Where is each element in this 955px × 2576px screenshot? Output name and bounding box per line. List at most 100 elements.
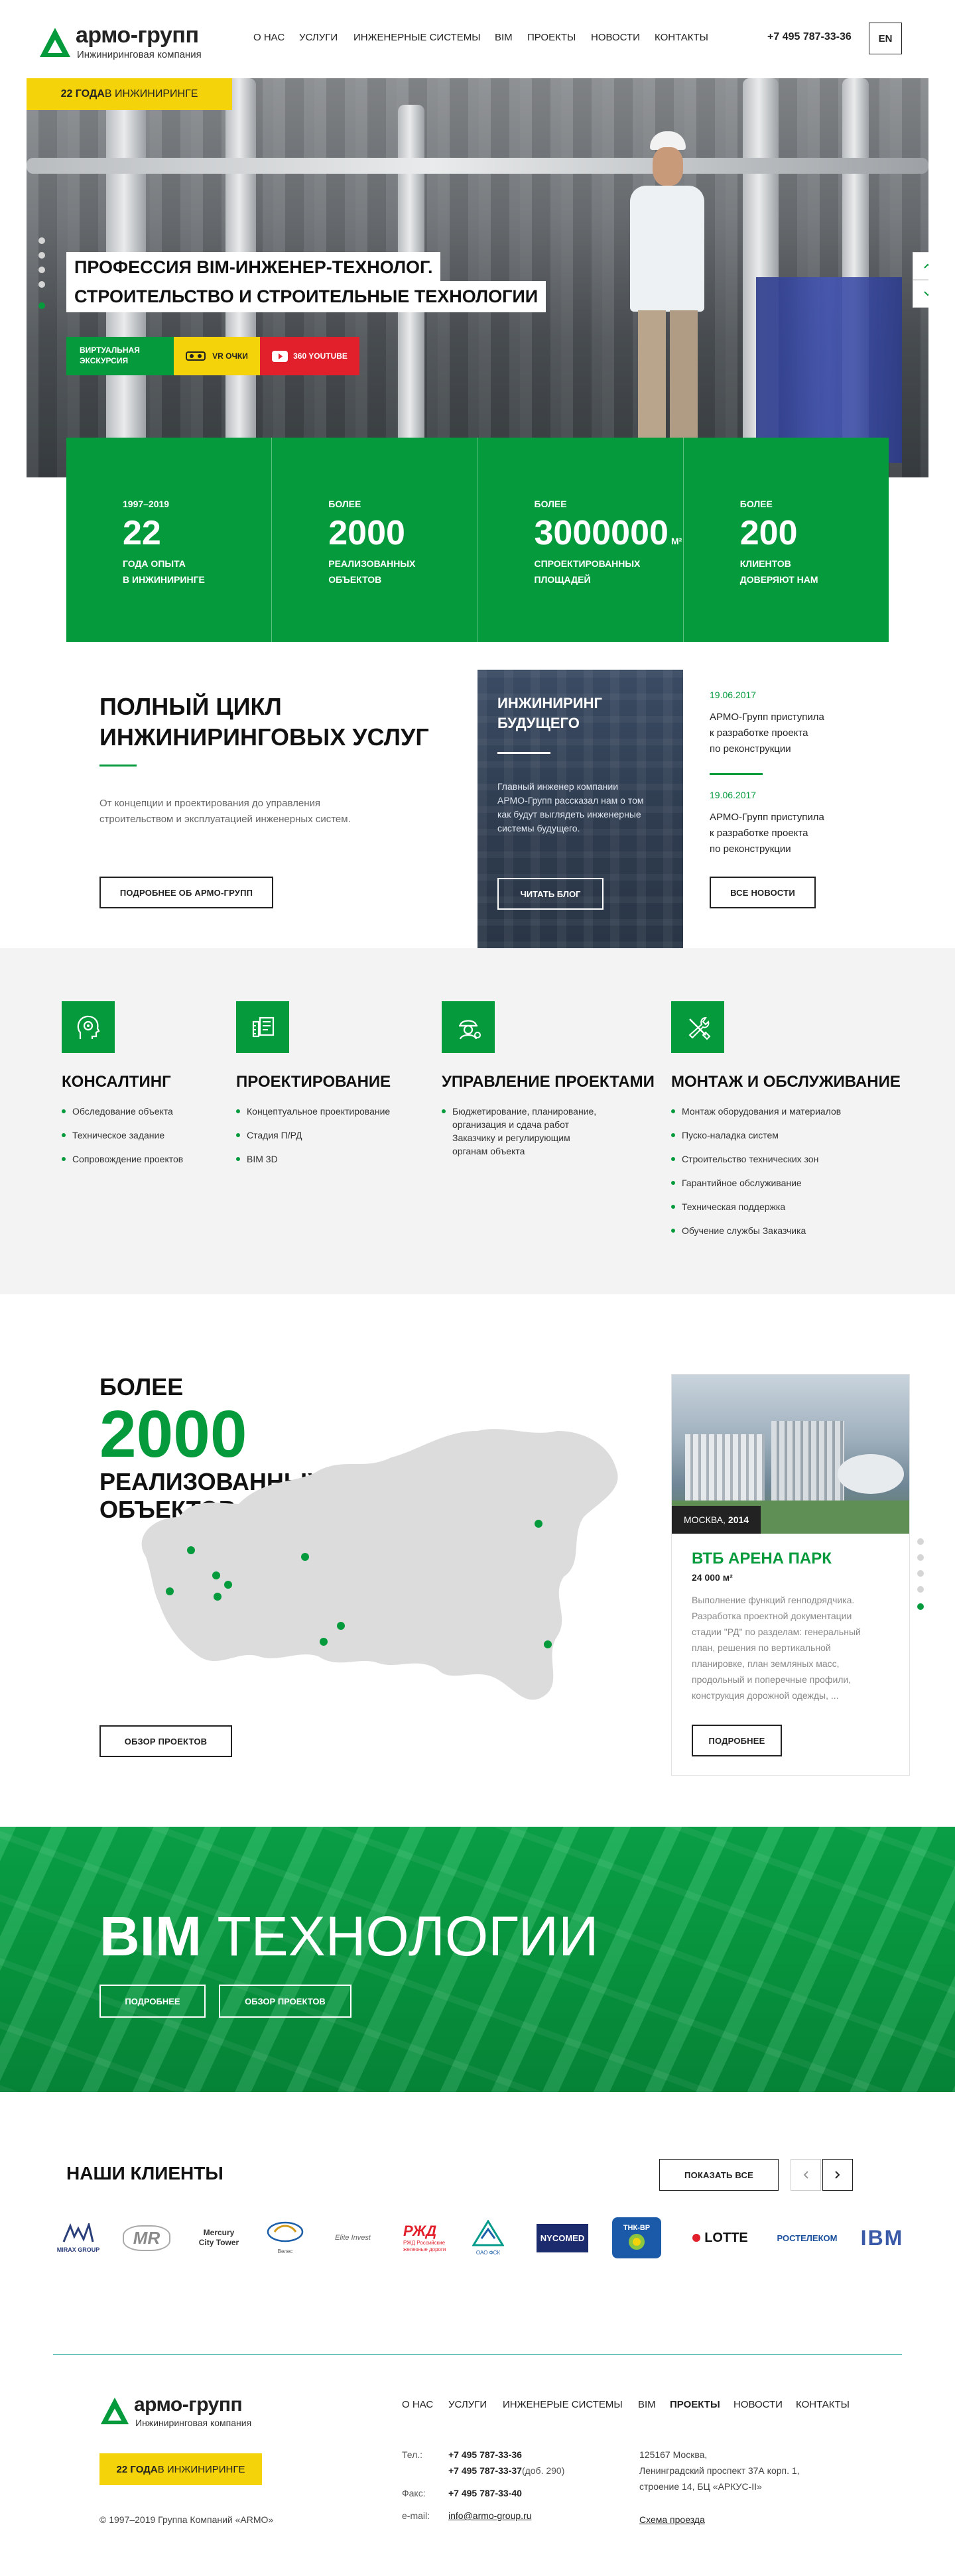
service-item[interactable]: Гарантийное обслуживание (671, 1176, 841, 1190)
youtube-360-button[interactable]: 360 YOUTUBE (260, 337, 359, 375)
footer-phone-2[interactable]: +7 495 787-33-37 (448, 2463, 522, 2479)
client-logo-nycomed[interactable]: NYCOMED (531, 2215, 594, 2261)
vr-glasses-button[interactable]: VR ОЧКИ (174, 337, 260, 375)
map-marker[interactable] (224, 1581, 232, 1589)
service-item[interactable]: Сопровождение проектов (62, 1152, 183, 1166)
service-title-management[interactable]: УПРАВЛЕНИЕ ПРОЕКТАМИ (442, 1073, 655, 1091)
slide-dot[interactable] (917, 1570, 924, 1577)
blog-card[interactable]: ИНЖИНИРИНГ БУДУЩЕГО Главный инженер компа… (478, 670, 683, 948)
map-marker[interactable] (320, 1638, 328, 1646)
nav-services[interactable]: УСЛУГИ (299, 32, 338, 43)
client-logo-veles[interactable]: Велес (260, 2215, 310, 2261)
slide-dot[interactable] (38, 267, 45, 273)
service-item[interactable]: Концептуальное проектирование (236, 1105, 390, 1118)
hero-bg-equipment (756, 277, 902, 463)
service-item[interactable]: Обучение службы Заказчика (671, 1224, 841, 1237)
service-item[interactable]: Техническое задание (62, 1129, 183, 1142)
clients-prev-button[interactable] (791, 2159, 821, 2191)
service-item[interactable]: Бюджетирование, планирование, организация… (442, 1105, 596, 1158)
client-logo-mirax[interactable]: MIRAX GROUP (53, 2215, 103, 2261)
hero-prev-button[interactable] (913, 252, 928, 280)
client-logo-ibm[interactable]: IBM (856, 2215, 909, 2261)
slide-dot-active[interactable] (38, 302, 45, 309)
footer-nav-bim[interactable]: BIM (638, 2399, 656, 2410)
bim-more-button[interactable]: ПОДРОБНЕЕ (99, 1985, 206, 2018)
tnk-bp-sun-icon (629, 2234, 645, 2250)
service-title-design[interactable]: ПРОЕКТИРОВАНИЕ (236, 1073, 391, 1091)
project-title[interactable]: ВТБ АРЕНА ПАРК (692, 1550, 832, 1568)
map-marker[interactable] (187, 1546, 195, 1554)
slide-dot[interactable] (38, 281, 45, 288)
client-logo-mr[interactable]: MR (117, 2215, 176, 2261)
service-item[interactable]: Строительство технических зон (671, 1152, 841, 1166)
client-logo-mercury[interactable]: Mercury City Tower (192, 2215, 245, 2261)
client-logo-rostelecom[interactable]: РОСТЕЛЕКОМ (771, 2215, 844, 2261)
bim-projects-button[interactable]: ОБЗОР ПРОЕКТОВ (219, 1985, 351, 2018)
virtual-tour-button[interactable]: ВИРТУАЛЬНАЯ ЭКСКУРСИЯ (66, 337, 174, 375)
stat-label: БОЛЕЕ (534, 499, 567, 509)
blog-divider (497, 752, 550, 754)
service-item[interactable]: Пуско-наладка систем (671, 1129, 841, 1142)
news-item[interactable]: 19.06.2017 АРМО-Групп приступила к разраб… (710, 790, 862, 857)
nav-news[interactable]: НОВОСТИ (591, 32, 640, 43)
news-item[interactable]: 19.06.2017 АРМО-Групп приступила к разраб… (710, 690, 862, 757)
slide-dot-active[interactable] (917, 1603, 924, 1610)
project-card[interactable]: МОСКВА, 2014 ВТБ АРЕНА ПАРК 24 000 м² Вып… (671, 1374, 910, 1776)
map-marker[interactable] (166, 1587, 174, 1595)
map-marker[interactable] (214, 1593, 222, 1601)
client-logo-lotte[interactable]: LOTTE (687, 2215, 753, 2261)
footer-nav-about[interactable]: О НАС (402, 2399, 433, 2410)
slide-dot[interactable] (38, 237, 45, 244)
map-marker[interactable] (535, 1520, 542, 1528)
map-marker[interactable] (544, 1640, 552, 1648)
nav-eng-systems[interactable]: ИНЖЕНЕРНЫЕ СИСТЕМЫ (353, 32, 480, 43)
service-title-installation[interactable]: МОНТАЖ И ОБСЛУЖИВАНИЕ (671, 1073, 901, 1091)
client-logo-elite-invest[interactable]: Elite Invest (321, 2215, 385, 2261)
logo[interactable]: армо-групп Инжиниринговая компания (38, 23, 224, 62)
service-item[interactable]: Техническая поддержка (671, 1200, 841, 1213)
services-section: КОНСАЛТИНГ Обследование объекта Техничес… (0, 948, 955, 1294)
slide-dot[interactable] (917, 1538, 924, 1545)
read-blog-button[interactable]: ЧИТАТЬ БЛОГ (497, 878, 604, 910)
client-logo-rzd[interactable]: РЖД РЖД Российские железные дороги (402, 2215, 455, 2261)
map-marker[interactable] (212, 1571, 220, 1579)
slide-dot[interactable] (917, 1554, 924, 1561)
footer-logo-name: армо-групп (134, 2394, 243, 2416)
map-marker[interactable] (337, 1622, 345, 1630)
footer-nav-eng-systems[interactable]: ИНЖЕНЕРЫЕ СИСТЕМЫ (503, 2399, 623, 2410)
stat-years: 1997–2019 22 ГОДА ОПЫТА В ИНЖИНИРИНГЕ (66, 438, 271, 642)
service-item[interactable]: Монтаж оборудования и материалов (671, 1105, 841, 1118)
client-logo-fsk[interactable]: ОАО ФСК (468, 2215, 508, 2261)
footer-nav-news[interactable]: НОВОСТИ (733, 2399, 783, 2410)
client-logo-tnk-bp[interactable]: ТНК-BP (610, 2215, 663, 2261)
footer-logo[interactable]: армо-групп Инжиниринговая компания (99, 2394, 272, 2432)
footer-email[interactable]: info@armo-group.ru (448, 2508, 532, 2524)
map-directions-link[interactable]: Схема проезда (639, 2514, 705, 2525)
all-news-button[interactable]: ВСЕ НОВОСТИ (710, 877, 816, 908)
nav-bim[interactable]: BIM (495, 32, 513, 43)
service-item[interactable]: Стадия П/РД (236, 1129, 390, 1142)
header-phone[interactable]: +7 495 787-33-36 (767, 31, 852, 43)
footer-nav-projects[interactable]: ПРОЕКТЫ (670, 2399, 720, 2410)
youtube-icon (272, 350, 288, 362)
clients-next-button[interactable] (822, 2159, 853, 2191)
hero-next-button[interactable] (913, 280, 928, 308)
nav-about[interactable]: О НАС (253, 32, 285, 43)
footer-phone-1[interactable]: +7 495 787-33-36 (448, 2447, 522, 2463)
fax-label: Факс: (402, 2488, 426, 2498)
lang-switch[interactable]: EN (869, 23, 902, 54)
show-all-clients-button[interactable]: ПОКАЗАТЬ ВСЕ (659, 2159, 779, 2191)
service-title-consulting[interactable]: КОНСАЛТИНГ (62, 1073, 171, 1091)
projects-overview-button[interactable]: ОБЗОР ПРОЕКТОВ (99, 1725, 232, 1757)
project-more-button[interactable]: ПОДРОБНЕЕ (692, 1725, 782, 1756)
about-more-button[interactable]: ПОДРОБНЕЕ ОБ АРМО-ГРУПП (99, 877, 273, 908)
map-marker[interactable] (301, 1553, 309, 1561)
nav-contacts[interactable]: КОНТАКТЫ (655, 32, 708, 43)
service-item[interactable]: Обследование объекта (62, 1105, 183, 1118)
footer-nav-services[interactable]: УСЛУГИ (448, 2399, 487, 2410)
service-item[interactable]: BIM 3D (236, 1152, 390, 1166)
slide-dot[interactable] (917, 1586, 924, 1593)
slide-dot[interactable] (38, 252, 45, 259)
nav-projects[interactable]: ПРОЕКТЫ (527, 32, 576, 43)
footer-nav-contacts[interactable]: КОНТАКТЫ (796, 2399, 850, 2410)
